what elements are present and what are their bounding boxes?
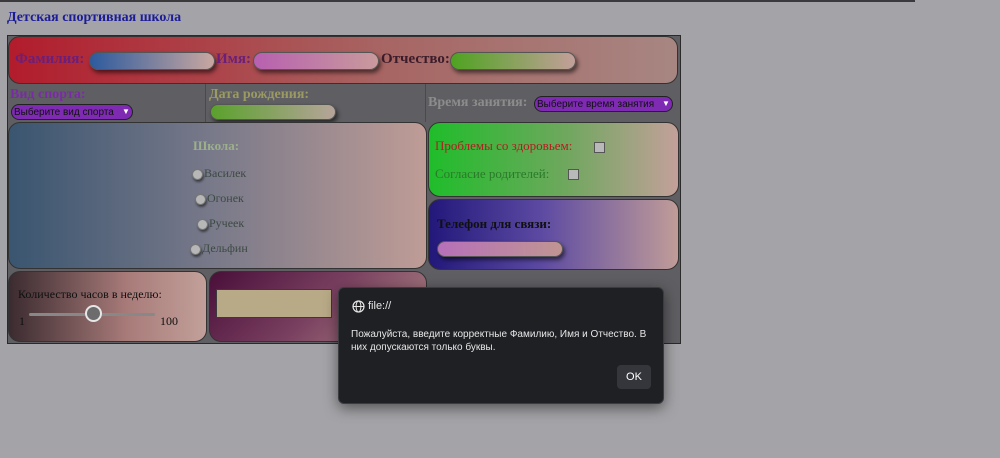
globe-icon xyxy=(352,300,365,313)
hours-panel: Количество часов в неделю: 1 100 xyxy=(8,271,207,342)
health-panel: Проблемы со здоровьем: Согласие родителе… xyxy=(428,122,679,197)
hours-label: Количество часов в неделю: xyxy=(18,287,162,301)
surname-input[interactable] xyxy=(89,52,215,70)
dialog-message: Пожалуйста, введите корректные Фамилию, … xyxy=(351,329,647,353)
comment-textarea[interactable] xyxy=(216,289,332,318)
patronymic-label: Отчество: xyxy=(381,51,450,67)
school-option-label: Василек xyxy=(204,166,247,180)
birth-date-input[interactable] xyxy=(210,104,336,120)
school-radio[interactable] xyxy=(192,169,203,180)
school-radio[interactable] xyxy=(190,244,201,255)
school-option-label: Дельфин xyxy=(202,241,248,255)
school-radio[interactable] xyxy=(195,194,206,205)
window-top-border xyxy=(0,0,915,2)
name-row: Фамилия: Имя: Отчество: xyxy=(8,36,678,84)
alert-dialog: file:// Пожалуйста, введите корректные Ф… xyxy=(338,287,664,404)
phone-label: Телефон для связи: xyxy=(437,216,552,231)
name-label: Имя: xyxy=(216,51,251,67)
phone-input[interactable] xyxy=(437,241,563,257)
cell-divider xyxy=(425,84,426,122)
phone-panel: Телефон для связи: xyxy=(428,199,679,270)
time-label: Время занятия: xyxy=(428,95,528,110)
parents-consent-label: Согласие родителей: xyxy=(435,166,550,181)
birth-label: Дата рождения: xyxy=(209,87,310,102)
sport-select[interactable]: Выберите вид спорта xyxy=(11,104,133,120)
patronymic-input[interactable] xyxy=(450,52,576,70)
parents-consent-checkbox[interactable] xyxy=(568,169,579,180)
surname-label: Фамилия: xyxy=(15,51,85,67)
school-panel: Школа: Василек Огонек Ручеек Дельфин xyxy=(8,122,427,269)
school-radio[interactable] xyxy=(197,219,208,230)
ok-button[interactable]: OK xyxy=(617,365,651,389)
cell-divider xyxy=(205,84,206,122)
school-label: Школа: xyxy=(193,138,240,153)
health-problems-checkbox[interactable] xyxy=(594,142,605,153)
hours-max: 100 xyxy=(160,314,178,328)
school-option-label: Огонек xyxy=(207,191,244,205)
hours-min: 1 xyxy=(19,314,25,328)
hours-slider-thumb[interactable] xyxy=(85,305,102,322)
name-input[interactable] xyxy=(253,52,379,70)
time-select[interactable]: Выберите время занятия xyxy=(534,96,673,112)
page-title: Детская спортивная школа xyxy=(7,10,182,25)
school-option-label: Ручеек xyxy=(209,216,245,230)
health-problems-label: Проблемы со здоровьем: xyxy=(435,138,573,153)
dialog-origin: file:// xyxy=(368,300,392,312)
sport-label: Вид спорта: xyxy=(10,87,86,102)
